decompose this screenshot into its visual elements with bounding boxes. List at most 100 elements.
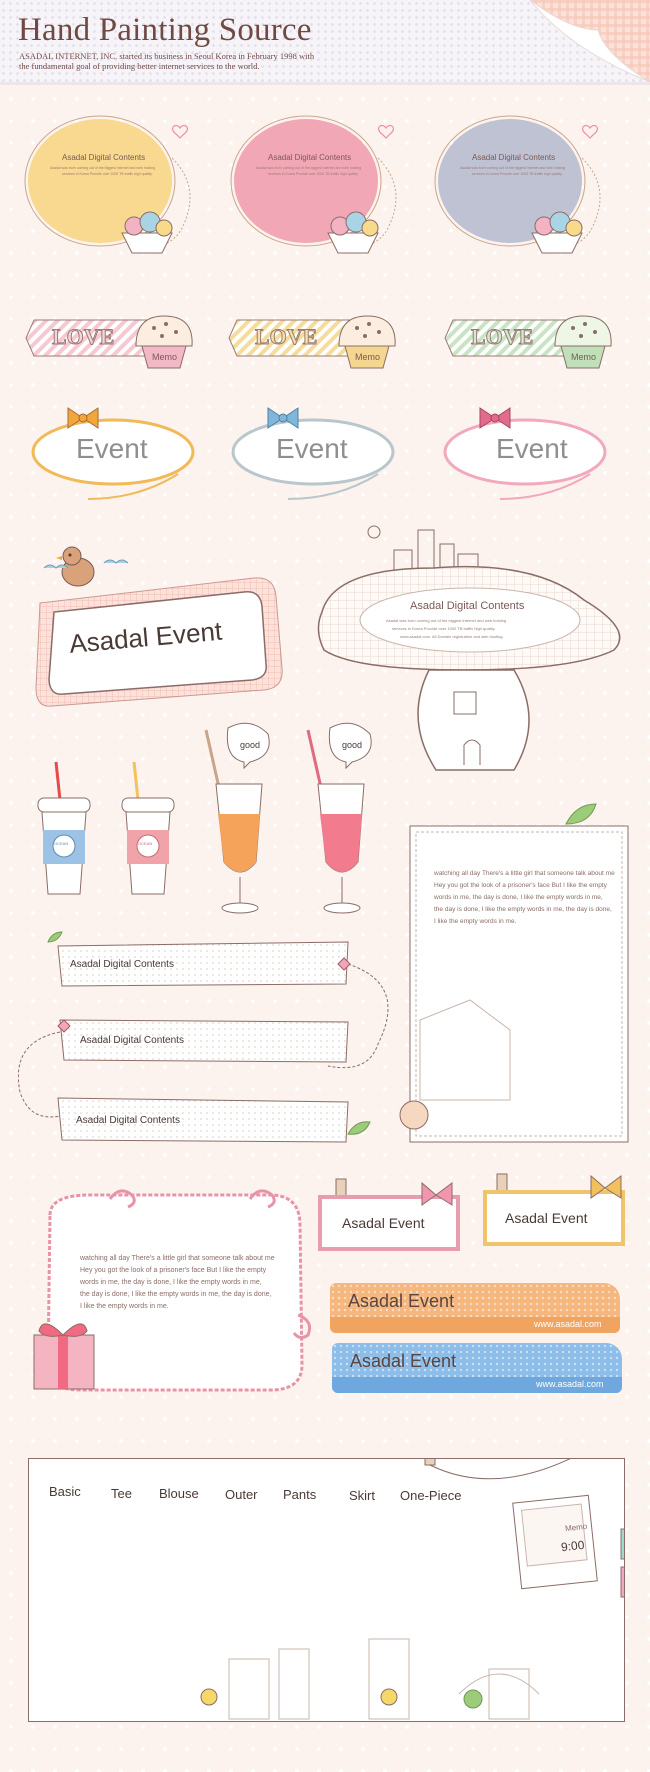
swirl-line: I like the empty words in me. <box>80 1303 169 1310</box>
banner-url: www.asadal.com <box>536 1379 604 1389</box>
tape-label: Asadal Digital Contents <box>70 959 174 970</box>
cloud-icon <box>43 564 69 569</box>
event-label: Event <box>276 433 348 464</box>
love-label: LOVE <box>254 324 318 350</box>
love-tag-green: LOVE Memo <box>443 306 623 372</box>
memo-label: Memo <box>355 352 381 362</box>
tape-labels-group: Asadal Digital Contents Asadal Digital C… <box>17 924 398 1154</box>
note-line: I like the empty words in me. <box>434 918 517 925</box>
note-frame: watching all day There's a little girl t… <box>396 800 636 1150</box>
tape-label: Asadal Digital Contents <box>80 1035 184 1046</box>
header: Hand Painting Source ASADAL INTERNET, IN… <box>0 0 650 82</box>
menu-item-pants[interactable]: Pants <box>283 1487 316 1502</box>
leaf-icon <box>47 931 63 943</box>
swirl-line: words in me, the day is done, I like the… <box>80 1279 262 1286</box>
photo-time: 9:00 <box>560 1537 586 1555</box>
bubble-line: services in Korea Provide over 1000 TB t… <box>472 172 563 176</box>
note-line: watching all day There's a little girl t… <box>434 870 615 877</box>
drink-cup-blue: OCEAN <box>36 760 92 900</box>
speech-label: good <box>342 740 363 750</box>
banner-url: www.asadal.com <box>534 1319 602 1329</box>
leaf-icon <box>347 1121 371 1135</box>
mushroom-title: Asadal Digital Contents <box>410 600 525 612</box>
menu-item-one-piece[interactable]: One-Piece <box>400 1488 461 1503</box>
speech-bubble-gray: Asadal Digital Contents Asadal was born … <box>432 108 622 268</box>
mushroom-line: Asadal was born coming out of the bigges… <box>386 618 507 623</box>
flower-icon <box>380 1688 398 1706</box>
straw-icon <box>54 761 62 801</box>
love-tag-yellow: LOVE Memo <box>227 306 407 372</box>
swirl-frame: watching all day There's a little girl t… <box>30 1185 320 1405</box>
leaf-icon <box>565 803 597 825</box>
tab-marker-icon <box>620 1528 624 1560</box>
swirl-line: the day is done, I like the empty words … <box>80 1291 272 1298</box>
bubble-line: Asadal was born coming out of the bigges… <box>50 166 156 170</box>
cup-label: OCEAN <box>138 841 153 846</box>
note-line: words in me, the day is done, I like the… <box>434 894 603 901</box>
sign-label: Asadal Event <box>505 1210 588 1226</box>
banner-label: Asadal Event <box>350 1351 457 1371</box>
bubble-title: Asadal Digital Contents <box>472 153 556 162</box>
ice-cream-icon <box>121 211 173 254</box>
love-label: LOVE <box>51 324 115 350</box>
event-label: Event <box>496 433 568 464</box>
event-board: Asadal Event <box>34 528 284 708</box>
cocktail-glass-orange: good <box>198 722 288 917</box>
ice-cream-icon <box>531 211 583 254</box>
flower-icon <box>200 1688 218 1706</box>
page-subtitle: ASADAL INTERNET, INC. started its busine… <box>19 51 315 71</box>
event-oval-pink: Event <box>440 404 610 504</box>
clothespin-icon <box>424 1459 436 1466</box>
straw-icon <box>132 761 140 801</box>
bubble-line: services in Korea Provide over 1000 TB t… <box>62 172 153 176</box>
header-divider <box>0 82 650 85</box>
speech-label: good <box>240 740 261 750</box>
mushroom-line: www.asadal.com. All Domain registration … <box>400 634 504 639</box>
speech-bubble-pink: Asadal Digital Contents Asadal was born … <box>228 108 418 268</box>
bubble-line: Asadal was born coming out of the bigges… <box>256 166 362 170</box>
menu-item-basic[interactable]: Basic <box>49 1484 81 1499</box>
city-bottom-icon <box>228 1638 540 1720</box>
bubble-line: Asadal was born coming out of the bigges… <box>460 166 566 170</box>
tape-label: Asadal Digital Contents <box>76 1115 180 1126</box>
menu-item-skirt[interactable]: Skirt <box>349 1488 375 1503</box>
event-label: Event <box>76 433 148 464</box>
cup-label: OCEAN <box>54 841 69 846</box>
tree-icon <box>463 1689 483 1709</box>
note-line: the day is done, I like the empty words … <box>434 906 612 913</box>
page-curl-icon <box>529 0 650 82</box>
event-oval-gray: Event <box>228 404 398 504</box>
dotted-banner-orange: Asadal Event www.asadal.com <box>330 1283 620 1333</box>
bubble-title: Asadal Digital Contents <box>62 153 146 162</box>
menu-item-blouse[interactable]: Blouse <box>159 1486 199 1501</box>
hanging-sign-pink: Asadal Event <box>318 1175 468 1255</box>
sign-label: Asadal Event <box>342 1215 425 1231</box>
bubble-title: Asadal Digital Contents <box>268 153 352 162</box>
drink-cup-pink: OCEAN <box>120 760 176 900</box>
bubble-line: services in Korea Provide over 1000 TB t… <box>268 172 359 176</box>
event-oval-orange: Event <box>28 404 198 504</box>
menu-board: Basic Tee Blouse Outer Pants Skirt One-P… <box>28 1458 625 1722</box>
menu-item-outer[interactable]: Outer <box>225 1487 258 1502</box>
cookie-icon <box>399 1100 429 1130</box>
page-background: Hand Painting Source ASADAL INTERNET, IN… <box>0 0 650 1772</box>
love-label: LOVE <box>470 324 534 350</box>
cloud-icon <box>103 559 129 564</box>
gift-box-icon <box>33 1323 95 1390</box>
ice-cream-icon <box>327 211 379 254</box>
memo-label: Memo <box>152 352 178 362</box>
banner-label: Asadal Event <box>348 1291 455 1311</box>
love-tag-pink: LOVE Memo <box>24 306 204 372</box>
speech-bubble-yellow: Asadal Digital Contents Asadal was born … <box>22 108 212 268</box>
hanging-sign-yellow: Asadal Event <box>483 1170 633 1250</box>
swirl-line: Hey you got the look of a prisoner's fac… <box>80 1267 267 1274</box>
page-title: Hand Painting Source <box>18 12 312 48</box>
note-line: Hey you got the look of a prisoner's fac… <box>434 882 607 889</box>
swirl-line: watching all day There's a little girl t… <box>80 1255 275 1262</box>
menu-item-tee[interactable]: Tee <box>111 1486 132 1501</box>
cocktail-glass-pink: good <box>300 722 390 917</box>
tab-marker-icon <box>620 1566 624 1598</box>
memo-label: Memo <box>571 352 597 362</box>
dotted-banner-blue: Asadal Event www.asadal.com <box>332 1343 622 1393</box>
mushroom-line: services in Korea Provide over 1000 TB t… <box>392 626 496 631</box>
